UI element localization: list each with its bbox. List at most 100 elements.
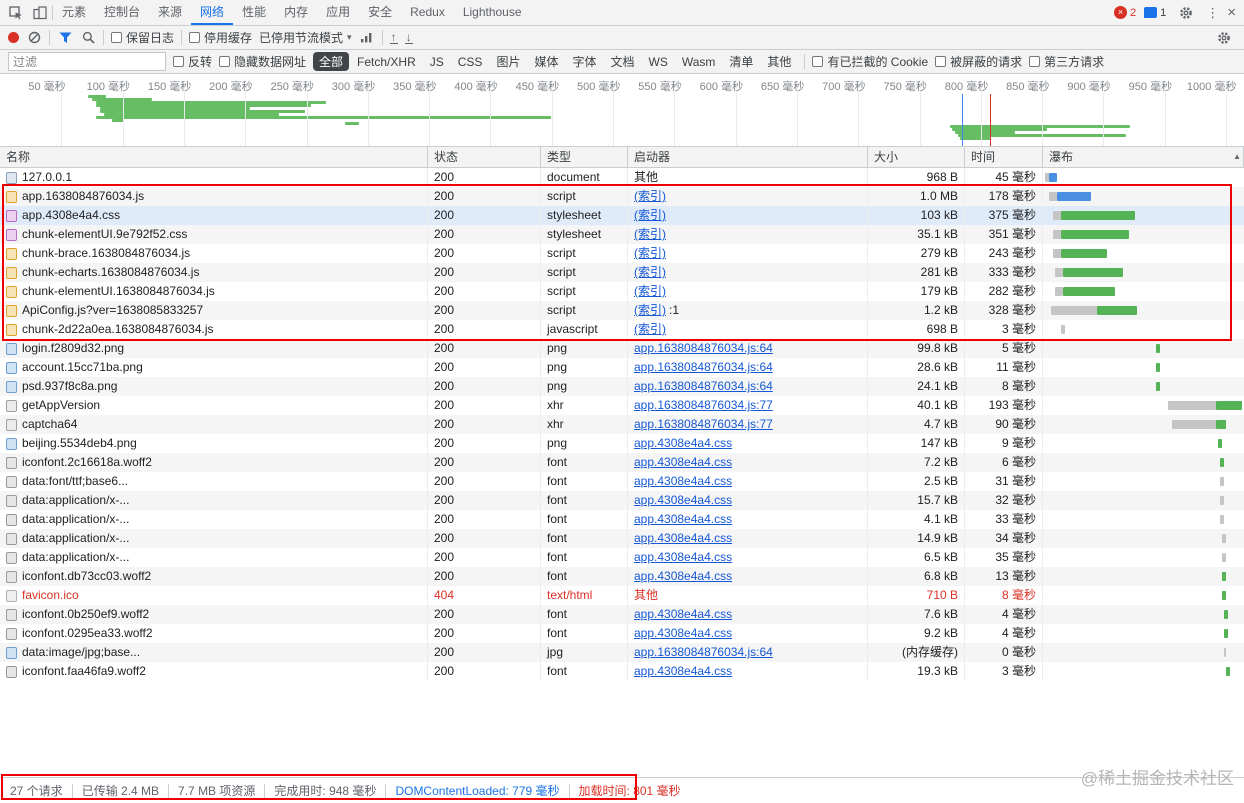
hide-data-urls-checkbox[interactable]: 隐藏数据网址 xyxy=(219,53,306,70)
table-row[interactable]: iconfont.2c16618a.woff2 200 font app.4308e4… xyxy=(0,453,1244,472)
device-toolbar-icon[interactable] xyxy=(28,1,52,25)
table-row[interactable]: chunk-elementUI.1638084876034.js 200 scrip… xyxy=(0,282,1244,301)
inspect-element-icon[interactable] xyxy=(4,1,28,25)
table-row[interactable]: login.f2809d32.png 200 png app.163808487603… xyxy=(0,339,1244,358)
record-button[interactable] xyxy=(8,32,19,43)
table-row[interactable]: data:image/jpg;base... 200 jpg app.16380848… xyxy=(0,643,1244,662)
filter-pill[interactable]: JS xyxy=(424,54,450,70)
filter-pill[interactable]: Wasm xyxy=(676,54,722,70)
table-row[interactable]: chunk-brace.1638084876034.js 200 script (索引… xyxy=(0,244,1244,263)
initiator-link[interactable]: (索引) xyxy=(634,303,666,317)
tab-应用[interactable]: 应用 xyxy=(317,0,359,25)
table-row[interactable]: favicon.ico 404 text/html 其他 710 B8 毫秒 xyxy=(0,586,1244,605)
initiator-link[interactable]: (索引) xyxy=(634,322,666,336)
table-row[interactable]: data:application/x-... 200 font app.4308e4a… xyxy=(0,529,1244,548)
third-party-checkbox[interactable]: 第三方请求 xyxy=(1029,53,1104,70)
tab-网络[interactable]: 网络 xyxy=(191,0,234,25)
error-badge[interactable]: × 2 xyxy=(1113,6,1136,19)
table-row[interactable]: chunk-2d22a0ea.1638084876034.js 200 javasc… xyxy=(0,320,1244,339)
initiator-link[interactable]: (索引) xyxy=(634,208,666,222)
filter-pill[interactable]: 图片 xyxy=(490,52,526,71)
initiator-link[interactable]: app.1638084876034.js:64 xyxy=(634,645,773,659)
initiator-link[interactable]: (索引) xyxy=(634,189,666,203)
table-row[interactable]: psd.937f8c8a.png 200 png app.1638084876034.… xyxy=(0,377,1244,396)
table-row[interactable]: chunk-elementUI.9e792f52.css 200 styleshee… xyxy=(0,225,1244,244)
import-har-icon[interactable]: ↑ xyxy=(389,31,398,44)
table-row[interactable]: iconfont.db73cc03.woff2 200 font app.4308e4… xyxy=(0,567,1244,586)
initiator-link[interactable]: app.4308e4a4.css xyxy=(634,474,732,488)
export-har-icon[interactable]: ↓ xyxy=(404,31,413,44)
table-row[interactable]: 127.0.0.1 200 document 其他 968 B 45 毫秒 xyxy=(0,168,1244,187)
column-header[interactable]: 大小 xyxy=(868,147,965,167)
tab-来源[interactable]: 来源 xyxy=(149,0,191,25)
filter-pill[interactable]: 媒体 xyxy=(528,52,564,71)
close-icon[interactable]: × xyxy=(1227,4,1236,21)
column-header[interactable]: 瀑布 xyxy=(1043,147,1244,167)
more-options-icon[interactable]: ⋮ xyxy=(1206,5,1219,21)
table-row[interactable]: account.15cc71ba.png 200 png app.1638084876… xyxy=(0,358,1244,377)
network-conditions-icon[interactable] xyxy=(359,26,375,50)
disable-cache-checkbox[interactable]: 停用缓存 xyxy=(189,29,252,46)
tab-控制台[interactable]: 控制台 xyxy=(95,0,149,25)
initiator-link[interactable]: app.1638084876034.js:77 xyxy=(634,417,773,431)
column-header[interactable]: 状态 xyxy=(428,147,541,167)
network-settings-gear-icon[interactable] xyxy=(1212,26,1236,50)
initiator-link[interactable]: app.4308e4a4.css xyxy=(634,550,732,564)
filter-pill[interactable]: 其他 xyxy=(761,52,797,71)
preserve-log-checkbox[interactable]: 保留日志 xyxy=(111,29,174,46)
initiator-link[interactable]: app.4308e4a4.css xyxy=(634,664,732,678)
table-row[interactable]: data:application/x-... 200 font app.4308e4a… xyxy=(0,548,1244,567)
table-row[interactable]: beijing.5534deb4.png 200 png app.4308e4a4.c… xyxy=(0,434,1244,453)
tab-元素[interactable]: 元素 xyxy=(53,0,95,25)
table-row[interactable]: data:application/x-... 200 font app.4308e4a… xyxy=(0,491,1244,510)
table-row[interactable]: getAppVersion 200 xhr app.1638084876034.js:… xyxy=(0,396,1244,415)
filter-pill[interactable]: 全部 xyxy=(313,52,350,71)
blocked-cookies-checkbox[interactable]: 有已拦截的 Cookie xyxy=(812,53,928,70)
filter-input[interactable] xyxy=(8,52,166,71)
initiator-link[interactable]: (索引) xyxy=(634,284,666,298)
initiator-link[interactable]: app.4308e4a4.css xyxy=(634,626,732,640)
initiator-link[interactable]: app.4308e4a4.css xyxy=(634,531,732,545)
initiator-link[interactable]: (索引) xyxy=(634,227,666,241)
initiator-link[interactable]: app.4308e4a4.css xyxy=(634,455,732,469)
filter-pill[interactable]: 清单 xyxy=(723,52,759,71)
issues-badge[interactable]: 1 xyxy=(1144,7,1166,19)
column-header[interactable]: 时间 xyxy=(965,147,1043,167)
filter-pill[interactable]: CSS xyxy=(452,54,489,70)
table-row[interactable]: data:application/x-... 200 font app.4308e4a… xyxy=(0,510,1244,529)
settings-gear-icon[interactable] xyxy=(1174,1,1198,25)
initiator-link[interactable]: (索引) xyxy=(634,246,666,260)
tab-Redux[interactable]: Redux xyxy=(401,0,454,25)
initiator-link[interactable]: (索引) xyxy=(634,265,666,279)
filter-pill[interactable]: WS xyxy=(643,54,674,70)
table-row[interactable]: iconfont.faa46fa9.woff2 200 font app.4308e4… xyxy=(0,662,1244,681)
table-row[interactable]: captcha64 200 xhr app.1638084876034.js:77 4.… xyxy=(0,415,1244,434)
table-row[interactable]: chunk-echarts.1638084876034.js 200 script (… xyxy=(0,263,1244,282)
initiator-link[interactable]: app.4308e4a4.css xyxy=(634,493,732,507)
filter-pill[interactable]: 文档 xyxy=(604,52,640,71)
scrollbar-up-icon[interactable]: ▲ xyxy=(1233,152,1241,161)
clear-icon[interactable] xyxy=(26,26,42,50)
tab-内存[interactable]: 内存 xyxy=(275,0,317,25)
table-row[interactable]: ApiConfig.js?ver=1638085833257 200 script(… xyxy=(0,301,1244,320)
invert-checkbox[interactable]: 反转 xyxy=(173,53,212,70)
filter-pill[interactable]: Fetch/XHR xyxy=(351,54,422,70)
filter-funnel-icon[interactable] xyxy=(57,26,73,50)
tab-Lighthouse[interactable]: Lighthouse xyxy=(454,0,531,25)
blocked-requests-checkbox[interactable]: 被屏蔽的请求 xyxy=(935,53,1022,70)
table-row[interactable]: data:font/ttf;base6... 200 font app.4308e4a… xyxy=(0,472,1244,491)
initiator-link[interactable]: app.1638084876034.js:64 xyxy=(634,360,773,374)
table-row[interactable]: iconfont.0295ea33.woff2 200 font app.4308e4… xyxy=(0,624,1244,643)
initiator-link[interactable]: app.4308e4a4.css xyxy=(634,569,732,583)
tab-性能[interactable]: 性能 xyxy=(233,0,275,25)
initiator-link[interactable]: app.1638084876034.js:77 xyxy=(634,398,773,412)
tab-安全[interactable]: 安全 xyxy=(359,0,401,25)
table-row[interactable]: app.1638084876034.js 200 script (索引) 1.0 MB 1… xyxy=(0,187,1244,206)
initiator-link[interactable]: app.4308e4a4.css xyxy=(634,512,732,526)
network-overview[interactable]: 50 毫秒 100 毫秒 150 毫秒 200 毫秒 250 毫秒 300 毫秒 350 毫… xyxy=(0,74,1244,147)
table-row[interactable]: iconfont.0b250ef9.woff2 200 font app.4308e4… xyxy=(0,605,1244,624)
initiator-link[interactable]: app.1638084876034.js:64 xyxy=(634,379,773,393)
column-header[interactable]: 类型 xyxy=(541,147,628,167)
throttling-dropdown[interactable]: 已停用节流模式 ▾ xyxy=(259,29,352,46)
column-header[interactable]: 名称 xyxy=(0,147,428,167)
